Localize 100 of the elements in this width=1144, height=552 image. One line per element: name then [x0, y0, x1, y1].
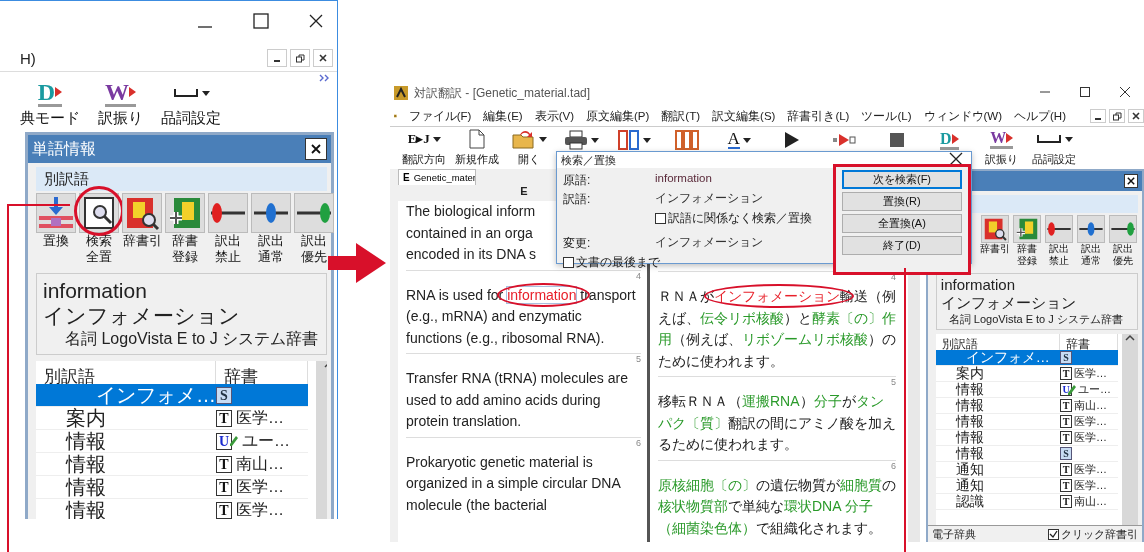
alternative-word[interactable]: 情報	[36, 430, 216, 453]
alternative-word[interactable]: 案内	[36, 407, 216, 430]
maximize-button[interactable]	[1080, 86, 1090, 100]
dictionary-name: 南山…	[1074, 494, 1107, 509]
alternative-word[interactable]: 案内	[935, 366, 1060, 382]
maximize-icon	[253, 13, 269, 29]
toolbar-button[interactable]: W 訳振り	[98, 79, 143, 128]
bracket-icon	[172, 88, 199, 98]
dictionary-name: 医学…	[1074, 430, 1107, 445]
field-value: インフォメーション	[655, 235, 764, 250]
book-plus-icon	[1014, 218, 1038, 240]
field-label: 訳語:	[563, 191, 592, 208]
close-icon	[1127, 177, 1135, 185]
folder-icon	[511, 129, 536, 149]
dictionary-name: 医学…	[236, 476, 284, 497]
segment-number: 4	[636, 270, 641, 281]
close-button[interactable]	[305, 138, 327, 160]
menu-item[interactable]: ファイル(F)	[408, 108, 472, 124]
translation: インフォメーション	[43, 303, 241, 328]
left-pin-slider-icon	[1047, 222, 1071, 236]
translation-text: 移転ＲＮＡ（運搬RNA）分子がタンパク〔質〕翻訳の間にアミノ酸を加えるために使われます。	[657, 392, 897, 454]
status-text: 電子辞典	[931, 526, 976, 542]
dictionary-name: 医学…	[1074, 366, 1107, 381]
alternative-word[interactable]: 通知	[935, 462, 1060, 478]
dictionary-badge: U	[1060, 383, 1072, 396]
ignore-translation-checkbox[interactable]: 訳語に関係なく検索／置換	[655, 210, 827, 227]
menu-item[interactable]: 訳文編集(S)	[712, 108, 776, 124]
alternative-word[interactable]: 情報	[935, 382, 1060, 398]
toolbar-button[interactable]: W 訳振り	[975, 128, 1028, 167]
dictionary-name: 医学…	[1074, 478, 1107, 493]
toolbar-button[interactable]: D 典モード	[20, 79, 80, 128]
close-button[interactable]	[1124, 174, 1138, 188]
dictionary-name: 医学…	[1074, 414, 1107, 429]
toolbar-button[interactable]: 開く	[503, 128, 556, 167]
alternative-word[interactable]: 認識	[935, 494, 1060, 510]
menu-item[interactable]: 原文編集(P)	[586, 108, 650, 124]
dictionary-badge: T	[216, 478, 232, 496]
dictionary-badge: T	[1060, 415, 1072, 428]
dictionary-badge: U	[216, 432, 232, 450]
minimize-button[interactable]	[1090, 109, 1106, 123]
dictionary-badge: S	[216, 386, 232, 404]
menu-item[interactable]: 編集(E)	[483, 108, 523, 124]
toolbar-button[interactable]: 品詞設定	[161, 79, 221, 128]
minimize-button[interactable]	[267, 49, 287, 67]
field-label: 原語:	[563, 172, 592, 189]
dictionary-badge: T	[216, 409, 232, 427]
close-icon	[1132, 112, 1140, 120]
dictionary-name: 医学…	[236, 407, 284, 428]
dialog-button[interactable]: 全置換(A)	[842, 214, 962, 233]
alternative-word[interactable]: 情報	[935, 398, 1060, 414]
restore-icon	[295, 53, 305, 63]
alternative-word[interactable]: 情報	[36, 453, 216, 476]
restore-button[interactable]	[1109, 109, 1125, 123]
toolbar-button[interactable]: 新規作成	[450, 128, 503, 167]
alternative-word[interactable]: 情報	[935, 446, 1060, 462]
alternative-word[interactable]: 情報	[36, 476, 216, 499]
translation: インフォメーション	[940, 294, 1077, 312]
menu-item[interactable]: 辞書引き(L)	[787, 108, 850, 124]
menu-item[interactable]: ウィンドウ(W)	[923, 108, 1003, 124]
document-tab[interactable]: E Genetic_mater	[398, 169, 476, 185]
alternative-word[interactable]: 情報	[935, 430, 1060, 446]
dictionary-badge: T	[216, 455, 232, 473]
document-icon	[468, 129, 485, 149]
dialog-button[interactable]: 次を検索(F)	[842, 170, 962, 189]
close-icon	[949, 152, 963, 166]
translation-text: 原核細胞〔の〕の遺伝物質が細胞質の 核状物質部で単純な環状DNA 分子 （細菌染色体）で組織化されます。	[657, 475, 897, 538]
toolbar-button[interactable]: 品詞設定	[1028, 128, 1081, 167]
source-text-line: encoded in its DNA s	[406, 245, 536, 264]
book-magnifier-icon	[127, 198, 160, 231]
alternative-word[interactable]: 情報	[935, 414, 1060, 430]
close-icon	[309, 14, 323, 28]
restore-icon	[1112, 111, 1122, 121]
dictionary-name: ユー…	[242, 430, 290, 451]
alternative-word[interactable]: 通知	[935, 478, 1060, 494]
dictionary-name: ユー…	[1078, 382, 1111, 397]
dialog-title: 検索／置換	[561, 152, 616, 168]
source-text: Prokaryotic genetic material is organized in a simple circular DNA molecule (the bacterial	[405, 452, 622, 515]
direction-icon: E▸J	[407, 131, 430, 147]
menu-item[interactable]: H)	[20, 49, 36, 67]
word-details: 名詞 LogoVista E to J システム辞書	[947, 312, 1124, 327]
dialog-button[interactable]: 終了(D)	[842, 236, 962, 255]
close-button[interactable]	[1120, 86, 1130, 100]
toolbar-button[interactable]: E▸J 翻訳方向	[398, 128, 451, 167]
chevron-icon[interactable]	[319, 74, 331, 82]
dictionary-name: 南山…	[1074, 398, 1107, 413]
two-columns-icon	[617, 130, 640, 150]
menu-item[interactable]: ツール(L)	[861, 108, 912, 124]
section-header: 別訳語	[36, 167, 327, 191]
menu-item[interactable]: 翻訳(T)	[661, 108, 701, 124]
alternative-word[interactable]: インフォメ…	[36, 384, 216, 407]
restore-button[interactable]	[290, 49, 310, 67]
menu-item[interactable]: ヘルプ(H)	[1014, 108, 1066, 124]
window-title: 対訳翻訳 - [Genetic_material.tad]	[414, 84, 591, 102]
menu-item[interactable]: 表示(V)	[534, 108, 574, 124]
replace-icon	[39, 197, 73, 228]
alternative-word[interactable]: インフォメ…	[935, 350, 1060, 366]
click-lookup-checkbox[interactable]: クリック辞書引	[1048, 526, 1138, 542]
dialog-button[interactable]: 置換(R)	[842, 192, 962, 211]
checkmark-icon	[1049, 529, 1058, 539]
maximize-icon	[1080, 87, 1090, 97]
